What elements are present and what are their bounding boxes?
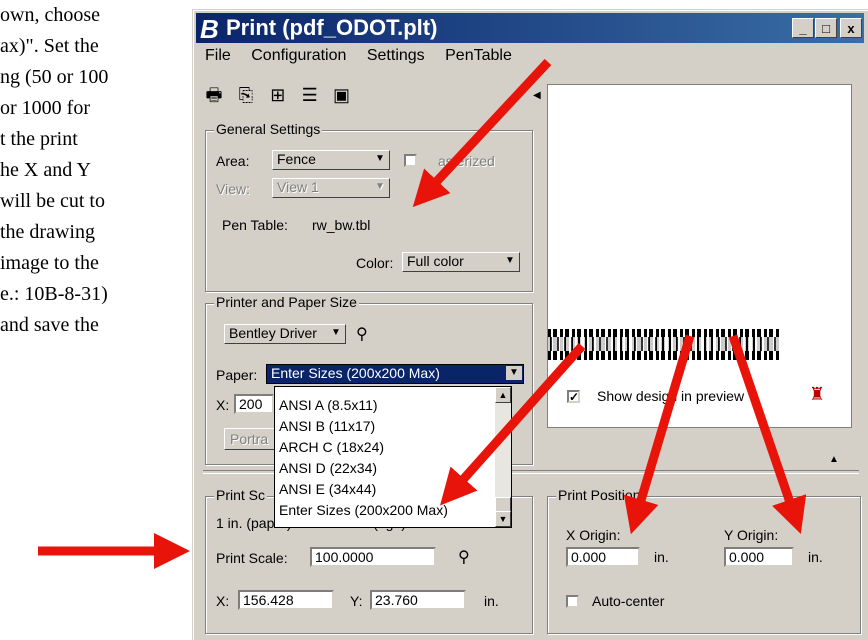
arrow-to-y-origin bbox=[728, 334, 807, 535]
arrow-to-x-origin bbox=[623, 334, 695, 535]
arrow-to-paper-option bbox=[440, 343, 586, 506]
annotation-arrows bbox=[38, 58, 807, 569]
arrow-to-pen-table bbox=[412, 58, 552, 208]
